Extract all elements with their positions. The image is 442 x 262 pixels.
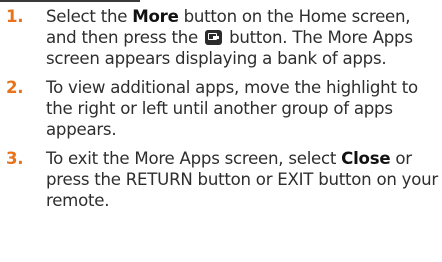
step-number: 2. [6, 78, 24, 97]
step-number: 3. [6, 149, 24, 168]
more-apps-button-icon [205, 30, 223, 45]
instruction-steps: 1. Select the More button on the Home sc… [0, 6, 440, 211]
step-1: 1. Select the More button on the Home sc… [0, 6, 440, 69]
more-button-label: More [132, 7, 179, 26]
step-text: To exit the More Apps screen, select Clo… [46, 149, 438, 210]
step-text: To view additional apps, move the highli… [46, 78, 418, 139]
step-2: 2. To view additional apps, move the hig… [0, 77, 440, 140]
close-button-label: Close [341, 149, 391, 168]
top-divider [0, 0, 140, 2]
step-number: 1. [6, 7, 24, 26]
step-3: 3. To exit the More Apps screen, select … [0, 148, 440, 211]
step-text: Select the More button on the Home scree… [46, 7, 413, 68]
